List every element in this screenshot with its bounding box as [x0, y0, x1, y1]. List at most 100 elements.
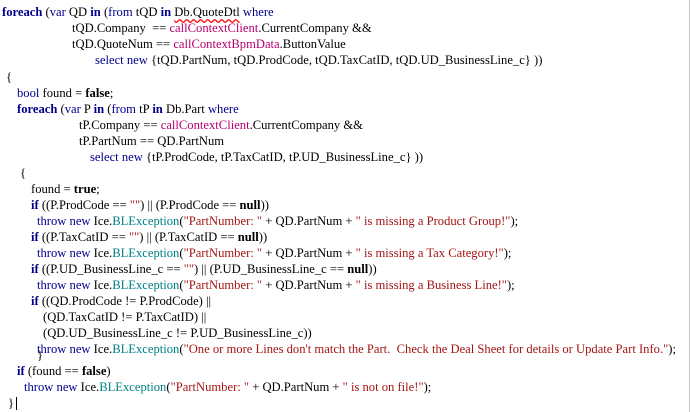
- code-line[interactable]: if ((P.UD_BusinessLine_c == "") || (P.UD…: [31, 262, 377, 276]
- code-token-id: Ice.: [90, 278, 113, 292]
- code-token-str: "PartNumber: ": [183, 246, 263, 260]
- code-token-kw: if: [31, 262, 39, 276]
- code-token-str: "": [129, 198, 141, 212]
- code-token-kw-plain: where: [242, 5, 274, 19]
- code-line[interactable]: throw new Ice.BLException("PartNumber: "…: [37, 278, 515, 292]
- code-token-id: found =: [39, 86, 86, 100]
- code-token-type: BLException: [112, 278, 180, 292]
- code-token-lit: null: [347, 262, 369, 276]
- code-token-id: ) || (P.TaxCatID ==: [139, 230, 238, 244]
- code-token-id: Db.Part: [162, 102, 208, 116]
- code-line[interactable]: bool found = false;: [17, 86, 113, 100]
- code-token-kw-plain: select: [95, 53, 124, 67]
- code-token-kw: if: [31, 294, 39, 308]
- code-line[interactable]: }: [8, 396, 14, 410]
- code-token-id: ): [106, 364, 111, 378]
- code-token-id: ) || (P.UD_BusinessLine_c ==: [194, 262, 348, 276]
- code-token-kw-plain: new: [69, 342, 91, 356]
- code-token-id: .ButtonValue: [279, 37, 346, 51]
- code-token-id: );: [668, 342, 676, 356]
- code-line[interactable]: throw new Ice.BLException("PartNumber: "…: [37, 214, 518, 228]
- code-token-kw-plain: var: [64, 102, 81, 116]
- code-token-str: "PartNumber: ": [170, 380, 250, 394]
- code-line[interactable]: (QD.TaxCatID != P.TaxCatID) ||: [43, 310, 206, 324]
- code-token-id: ) || (P.ProdCode ==: [140, 198, 240, 212]
- code-token-kw: in: [90, 5, 101, 19]
- code-line[interactable]: foreach (var QD in (from tQD in Db.Quote…: [2, 5, 274, 19]
- code-token-err: Db.QuoteDtl: [174, 5, 240, 19]
- code-token-id: );: [503, 246, 512, 260]
- code-token-kw-plain: new: [126, 53, 148, 67]
- code-line[interactable]: throw new Ice.BLException("PartNumber: "…: [37, 246, 511, 260]
- code-token-id: tP: [135, 102, 153, 116]
- code-token-id: (: [42, 5, 50, 19]
- code-token-type: BLException: [99, 380, 167, 394]
- code-token-str: " is missing a Business Line!": [355, 278, 507, 292]
- code-token-id: Ice.: [90, 214, 113, 228]
- code-token-kw-plain: throw: [37, 246, 67, 260]
- code-line[interactable]: foreach (var P in (from tP in Db.Part wh…: [17, 102, 239, 116]
- code-token-str: "": [128, 230, 140, 244]
- code-line[interactable]: {: [6, 70, 12, 84]
- code-token-id: P: [80, 102, 94, 116]
- code-line[interactable]: tQD.QuoteNum == callContextBpmData.Butto…: [72, 37, 346, 51]
- code-line[interactable]: if ((P.TaxCatID == "") || (P.TaxCatID ==…: [31, 230, 267, 244]
- code-line[interactable]: if (found == false): [17, 364, 111, 378]
- code-token-kw: in: [152, 102, 163, 116]
- code-line[interactable]: if ((QD.ProdCode != P.ProdCode) ||: [31, 294, 211, 308]
- code-token-ctx: callContextClient: [169, 21, 259, 35]
- code-token-id: ;: [96, 182, 100, 196]
- code-line[interactable]: tQD.Company == callContextClient.Current…: [72, 21, 372, 35]
- code-token-id: ((QD.ProdCode != P.ProdCode) ||: [38, 294, 212, 308]
- code-token-id: {: [6, 70, 13, 84]
- code-token-id: (QD.UD_BusinessLine_c != P.UD_BusinessLi…: [43, 326, 312, 340]
- code-token-id: .CurrentCompany &&: [249, 118, 363, 132]
- code-token-id: )): [368, 262, 377, 276]
- code-line[interactable]: throw new Ice.BLException("One or more L…: [37, 342, 676, 356]
- code-line[interactable]: throw new Ice.BLException("PartNumber: "…: [24, 380, 431, 394]
- code-token-kw-plain: where: [207, 102, 239, 116]
- code-token-id: );: [510, 214, 519, 228]
- code-token-str: " is missing a Tax Category!": [355, 246, 504, 260]
- code-token-kw-plain: var: [49, 5, 66, 19]
- code-token-id: }: [8, 396, 15, 410]
- code-line[interactable]: if ((P.ProdCode == "") || (P.ProdCode ==…: [31, 198, 269, 212]
- text-cursor: [16, 397, 17, 410]
- code-token-id: )): [260, 198, 269, 212]
- code-token-type: BLException: [112, 246, 180, 260]
- code-token-id: )): [258, 230, 268, 244]
- code-token-ctx: callContextBpmData: [173, 37, 280, 51]
- code-line[interactable]: }: [37, 348, 43, 362]
- code-line[interactable]: found = true;: [31, 182, 100, 196]
- code-token-str: "PartNumber: ": [183, 278, 263, 292]
- code-token-id: (found ==: [24, 364, 82, 378]
- code-token-id: + QD.PartNum +: [249, 380, 343, 394]
- code-token-kw-plain: bool: [17, 86, 40, 100]
- code-token-id: tP.PartNum == QD.PartNum: [79, 134, 225, 148]
- code-token-id: {tQD.PartNum, tQD.ProdCode, tQD.TaxCatID…: [147, 53, 543, 67]
- code-token-id: ((P.ProdCode ==: [38, 198, 130, 212]
- code-line[interactable]: (QD.UD_BusinessLine_c != P.UD_BusinessLi…: [43, 326, 312, 340]
- code-token-id: Ice.: [77, 380, 100, 394]
- code-line[interactable]: select new {tQD.PartNum, tQD.ProdCode, t…: [95, 53, 542, 67]
- code-token-id: );: [506, 278, 515, 292]
- code-editor[interactable]: foreach (var QD in (from tQD in Db.Quote…: [0, 0, 690, 412]
- code-token-kw-plain: new: [121, 150, 143, 164]
- code-token-lit: false: [81, 364, 107, 378]
- code-token-id: {tP.ProdCode, tP.TaxCatID, tP.UD_Busines…: [142, 150, 424, 164]
- code-token-id: ;: [109, 86, 114, 100]
- code-token-lit: true: [73, 182, 97, 196]
- code-line[interactable]: {: [20, 166, 26, 180]
- code-token-type: BLException: [112, 342, 180, 356]
- code-line[interactable]: tP.Company == callContextClient.CurrentC…: [79, 118, 363, 132]
- code-token-id: found =: [31, 182, 74, 196]
- code-line[interactable]: tP.PartNum == QD.PartNum: [79, 134, 224, 148]
- code-token-ctx: callContextClient: [160, 118, 250, 132]
- code-line[interactable]: select new {tP.ProdCode, tP.TaxCatID, tP…: [90, 150, 423, 164]
- code-token-id: QD: [65, 5, 91, 19]
- code-token-kw-plain: throw: [37, 278, 67, 292]
- code-token-id: ((P.UD_BusinessLine_c ==: [38, 262, 184, 276]
- code-token-kw-plain: from: [108, 5, 133, 19]
- code-token-str: " is not on file!": [342, 380, 424, 394]
- code-token-id: + QD.PartNum +: [262, 214, 356, 228]
